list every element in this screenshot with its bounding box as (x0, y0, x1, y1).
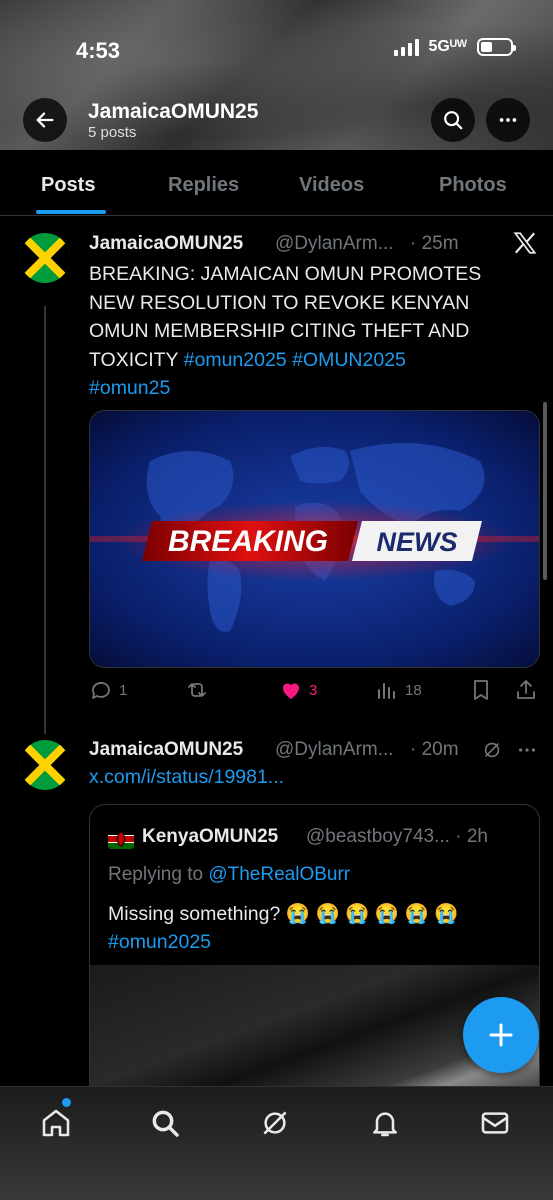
post-image[interactable]: BREAKING NEWS (89, 410, 540, 668)
hashtag-link[interactable]: #omun2025 (184, 349, 287, 371)
reply-button[interactable]: 1 (89, 678, 127, 702)
back-button[interactable] (23, 98, 67, 142)
post-text: BREAKING: JAMAICAN OMUN PROMOTES NEW RES… (89, 260, 529, 403)
bell-icon (373, 1112, 397, 1137)
more-button[interactable] (486, 98, 530, 142)
x-logo-icon (512, 230, 538, 261)
views-icon (378, 683, 395, 699)
jamaica-flag-icon (20, 233, 70, 283)
plus-icon (489, 1023, 513, 1047)
post-time: · 25m (410, 233, 459, 254)
share-icon (517, 680, 535, 699)
tab-posts[interactable]: Posts (41, 174, 95, 197)
bookmark-icon (474, 680, 488, 700)
network-label: 5Gᵁᵂ (428, 38, 467, 55)
battery-icon (477, 38, 516, 56)
breaking-news-graphic: BREAKING NEWS (90, 411, 539, 667)
repost-button[interactable] (185, 678, 215, 702)
post-time: · 20m (410, 739, 459, 760)
nav-grok[interactable] (255, 1103, 295, 1143)
banner-news-text: NEWS (377, 527, 458, 557)
hashtag-link[interactable]: #OMUN2025 (292, 349, 406, 371)
post-author-name[interactable]: JamaicaOMUN25 (89, 233, 243, 255)
grok-icon (263, 1111, 287, 1135)
status-icons: 5Gᵁᵂ (393, 38, 516, 56)
post-author-name[interactable]: JamaicaOMUN25 (89, 739, 243, 761)
kenya-flag-icon (108, 829, 134, 849)
mention-link[interactable]: @TheRealOBurr (208, 864, 350, 885)
views-count: 18 (405, 681, 422, 699)
arrow-left-icon (36, 112, 54, 128)
search-icon (444, 111, 463, 130)
tab-videos[interactable]: Videos (299, 174, 364, 197)
views-button[interactable]: 18 (375, 678, 422, 702)
avatar[interactable] (20, 233, 70, 283)
quoted-text: Missing something? 😭 😭 😭 😭 😭 😭 #omun2025 (108, 900, 528, 956)
nav-home[interactable] (36, 1103, 76, 1143)
bookmark-button[interactable] (469, 678, 493, 702)
quoted-author-name: KenyaOMUN25 (142, 826, 279, 847)
reply-icon (92, 682, 110, 699)
more-dots-icon[interactable] (515, 739, 539, 766)
status-time: 4:53 (76, 38, 121, 63)
post-link[interactable]: x.com/i/status/19981... (89, 766, 284, 789)
mail-icon (481, 1112, 509, 1134)
banner-breaking-text: BREAKING (168, 525, 328, 558)
replying-to: Replying to @TheRealOBurr (108, 864, 350, 886)
reply-count: 1 (119, 681, 128, 699)
like-count: 3 (309, 681, 318, 699)
search-button[interactable] (431, 98, 475, 142)
bottom-nav (0, 1086, 553, 1200)
nav-notifications[interactable] (365, 1103, 405, 1143)
thread-line (44, 306, 46, 734)
like-button[interactable]: 3 (279, 678, 317, 702)
post-actions: 1 3 18 (89, 678, 544, 706)
grok-icon[interactable] (481, 739, 503, 766)
tab-photos[interactable]: Photos (439, 174, 507, 197)
profile-name: JamaicaOMUN25 (88, 100, 259, 123)
hashtag-link[interactable]: #omun25 (89, 377, 170, 399)
hashtag-link[interactable]: #omun2025 (108, 931, 211, 953)
replying-to-label: Replying to (108, 864, 209, 885)
signal-icon (393, 38, 419, 56)
jamaica-flag-icon (20, 740, 70, 790)
avatar[interactable] (20, 740, 70, 790)
heart-filled-icon (283, 683, 299, 699)
search-icon (152, 1110, 179, 1137)
quoted-body: Missing something? 😭 😭 😭 😭 😭 😭 (108, 903, 459, 925)
home-icon (42, 1109, 70, 1137)
tab-replies[interactable]: Replies (168, 174, 239, 197)
repost-icon (188, 683, 206, 697)
post-author-handle[interactable]: @DylanArm... (275, 233, 394, 255)
profile-tabs: Posts Replies Videos Photos (0, 150, 553, 216)
nav-search[interactable] (145, 1103, 185, 1143)
more-dots-icon (499, 118, 517, 122)
quoted-author-handle: @beastboy743... · 2h (306, 826, 488, 847)
active-tab-indicator (36, 210, 106, 214)
compose-button[interactable] (463, 997, 539, 1073)
share-button[interactable] (514, 678, 538, 702)
notification-dot (62, 1098, 71, 1107)
post-author-handle[interactable]: @DylanArm... (275, 739, 394, 761)
nav-messages[interactable] (475, 1103, 515, 1143)
post-count: 5 posts (88, 124, 137, 141)
scrollbar[interactable] (543, 402, 547, 580)
